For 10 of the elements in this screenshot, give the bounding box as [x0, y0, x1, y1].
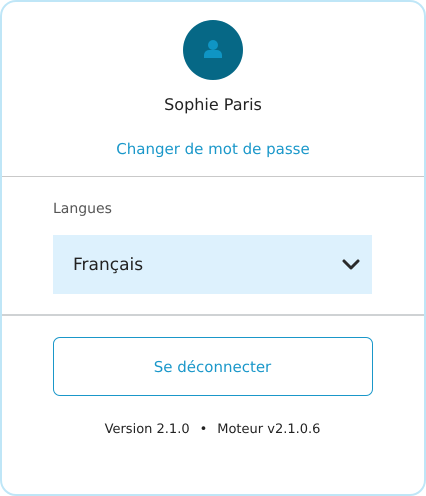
- separator-dot: •: [200, 422, 208, 437]
- language-select[interactable]: Français: [53, 235, 372, 294]
- language-label: Langues: [53, 200, 113, 219]
- change-password-link[interactable]: Changer de mot de passe: [116, 138, 310, 160]
- engine-version-text: Moteur v2.1.0.6: [217, 422, 320, 437]
- version-text: Version 2.1.0: [104, 422, 190, 437]
- chevron-down-icon: [342, 259, 360, 270]
- avatar-icon: [183, 20, 243, 80]
- user-name: Sophie Paris: [164, 94, 262, 116]
- logout-button[interactable]: Se déconnecter: [52, 337, 372, 396]
